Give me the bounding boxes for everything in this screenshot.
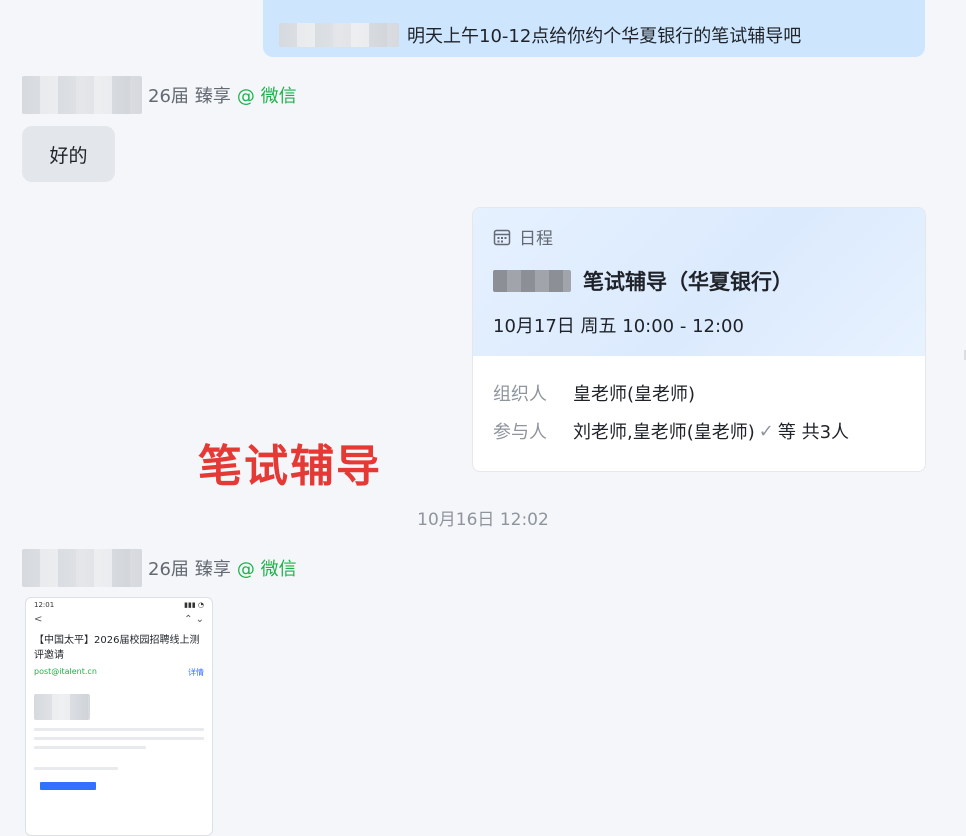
- sender-name[interactable]: 臻享: [195, 82, 231, 108]
- thumb-detail: 详情: [188, 668, 204, 677]
- event-time: 10月17日 周五 10:00 - 12:00: [493, 316, 744, 337]
- signal-icon: ▮▮▮ ◔: [184, 601, 204, 609]
- thumb-status-bar: 12:01 ▮▮▮ ◔: [26, 598, 212, 612]
- redacted-avatar[interactable]: [22, 76, 142, 114]
- incoming-message-text: 好的: [49, 144, 88, 167]
- attendees-label: 参与人: [493, 422, 547, 443]
- organizer-value[interactable]: 皇老师(皇老师): [573, 380, 695, 406]
- sender-header-2: 26届 臻享 @ 微信: [22, 549, 297, 587]
- card-header: 日程 笔试辅导（华夏银行） 10月17日 周五 10:00 - 12:00: [473, 208, 925, 356]
- incoming-message-bubble[interactable]: 好的: [22, 126, 115, 182]
- attendees-row: 参与人 刘老师,皇老师(皇老师) ✓ 等 共3人: [493, 418, 905, 444]
- thumb-from-row: post@italent.cn 详情: [26, 665, 212, 680]
- card-body: 组织人 皇老师(皇老师) 参与人 刘老师,皇老师(皇老师) ✓ 等 共3人: [473, 356, 925, 444]
- card-label-text: 日程: [519, 229, 553, 249]
- thumb-nav: < ⌃ ⌄: [26, 612, 212, 627]
- thumb-button: [40, 782, 96, 790]
- thumb-text-line: [34, 728, 204, 731]
- thumb-from: post@italent.cn: [34, 667, 97, 676]
- outgoing-message-text: 明天上午10-12点给你约个华夏银行的笔试辅导吧: [407, 26, 802, 47]
- sender-grade: 26届: [148, 86, 189, 107]
- redacted-avatar-2[interactable]: [22, 549, 142, 587]
- attendees-value[interactable]: 刘老师,皇老师(皇老师): [573, 418, 755, 444]
- sender-channel-2: @ 微信: [236, 559, 297, 580]
- message-timestamp: 10月16日 12:02: [417, 510, 549, 530]
- redacted-mention: [279, 23, 399, 47]
- annotation-label: 笔试辅导: [198, 441, 382, 492]
- organizer-label: 组织人: [493, 384, 547, 405]
- attendees-more[interactable]: 等 共3人: [778, 418, 849, 444]
- calendar-event-card[interactable]: 日程 笔试辅导（华夏银行） 10月17日 周五 10:00 - 12:00 组织…: [472, 207, 926, 472]
- thumb-text-line: [34, 746, 146, 749]
- thumb-subject: 【中国太平】2026届校园招聘线上测评邀请: [34, 635, 200, 661]
- outgoing-message-bubble[interactable]: 明天上午10-12点给你约个华夏银行的笔试辅导吧: [263, 0, 925, 57]
- nav-arrows-icon: ⌃ ⌄: [184, 614, 204, 625]
- card-title-row: 笔试辅导（华夏银行）: [493, 266, 905, 296]
- card-label: 日程: [493, 224, 905, 249]
- image-message-thumbnail[interactable]: 12:01 ▮▮▮ ◔ < ⌃ ⌄ 【中国太平】2026届校园招聘线上测评邀请 …: [25, 597, 213, 836]
- event-title[interactable]: 笔试辅导（华夏银行）: [583, 266, 793, 296]
- thumb-time: 12:01: [34, 601, 55, 609]
- check-icon: ✓: [758, 420, 774, 442]
- thumb-text-line: [34, 767, 118, 770]
- sender-header: 26届 臻享 @ 微信: [22, 76, 297, 114]
- sender-grade-2: 26届: [148, 559, 189, 580]
- calendar-icon: [493, 229, 511, 245]
- redacted-title-prefix: [493, 270, 571, 292]
- thumb-text-line: [34, 737, 204, 740]
- sender-channel: @ 微信: [236, 86, 297, 107]
- thumb-redacted-block: [34, 694, 90, 720]
- back-icon: <: [34, 614, 43, 625]
- organizer-row: 组织人 皇老师(皇老师): [493, 380, 905, 406]
- sender-name-2[interactable]: 臻享: [195, 555, 231, 581]
